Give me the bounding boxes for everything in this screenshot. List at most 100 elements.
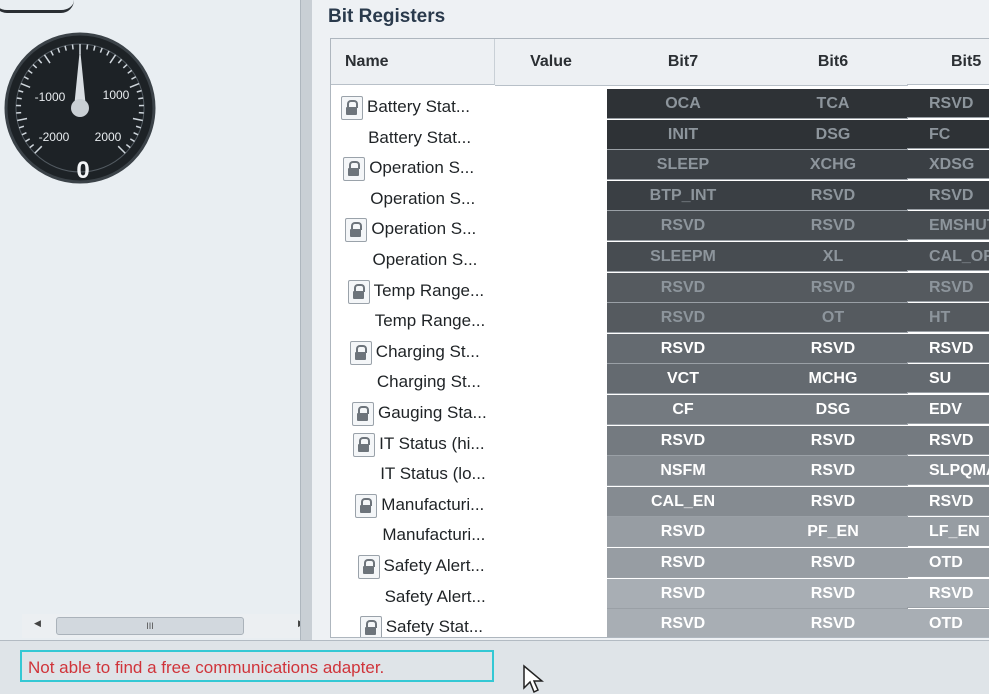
bit-cell[interactable]: FC — [907, 120, 989, 149]
bit-cell[interactable]: RSVD — [759, 548, 908, 578]
table-row[interactable]: Safety Stat... — [360, 612, 593, 638]
table-row[interactable]: IT Status (lo... — [354, 459, 593, 489]
status-message: Not able to find a free communications a… — [20, 650, 494, 682]
bit-cell[interactable]: INIT — [607, 120, 760, 150]
bit-cell[interactable]: CF — [607, 395, 760, 425]
lock-icon[interactable] — [348, 280, 370, 304]
bit-cell[interactable]: VCT — [607, 364, 760, 394]
table-row[interactable]: Temp Range... — [349, 306, 593, 336]
bit-cell[interactable]: RSVD — [607, 609, 760, 638]
bit-cell[interactable]: RSVD — [607, 517, 760, 547]
table-row[interactable]: Charging St... — [350, 337, 593, 367]
bit-cell[interactable]: PF_EN — [759, 517, 908, 547]
table-row[interactable]: Operation S... — [344, 184, 593, 214]
column-header-bit5[interactable]: Bit5 — [907, 39, 989, 85]
bit-register-table: Name Value Bit7 Bit6 Bit5 Battery Stat..… — [330, 38, 989, 638]
left-horizontal-scrollbar[interactable]: ◀ III ▶ — [22, 614, 312, 638]
bit-cell[interactable]: XDSG — [907, 150, 989, 179]
bit-cell[interactable]: RSVD — [607, 211, 760, 241]
column-header-bit6[interactable]: Bit6 — [759, 39, 908, 86]
lock-icon[interactable] — [345, 218, 367, 242]
register-name: Manufacturi... — [382, 520, 485, 550]
bit-cell[interactable]: CAL_EN — [607, 487, 760, 517]
bit-cell[interactable]: HT — [907, 303, 989, 332]
column-header-name[interactable]: Name — [331, 39, 495, 85]
table-row[interactable]: Manufacturi... — [356, 520, 593, 550]
bit-cell[interactable]: EMSHUT — [907, 211, 989, 240]
table-row[interactable]: Battery Stat... — [341, 92, 593, 122]
lock-icon[interactable] — [353, 433, 375, 457]
bit-cell[interactable]: RSVD — [907, 181, 989, 210]
table-row[interactable]: Safety Alert... — [359, 582, 593, 612]
lock-icon[interactable] — [360, 616, 382, 638]
bit-cell[interactable]: RSVD — [759, 334, 908, 364]
bit-cell[interactable]: RSVD — [907, 426, 989, 455]
bit-cell[interactable]: RSVD — [759, 211, 908, 241]
bit-cell[interactable]: RSVD — [907, 487, 989, 516]
bit-cell[interactable]: XCHG — [759, 150, 908, 180]
bit-cell[interactable]: RSVD — [607, 303, 760, 333]
lock-icon[interactable] — [355, 494, 377, 518]
column-header-value[interactable]: Value — [495, 39, 608, 86]
register-name: Charging St... — [376, 337, 480, 367]
bit-cell[interactable]: RSVD — [759, 579, 908, 609]
bit-cell[interactable]: SU — [907, 364, 989, 393]
register-name: Safety Alert... — [385, 582, 486, 612]
scroll-thumb[interactable]: III — [56, 617, 244, 635]
register-name: Operation S... — [373, 245, 478, 275]
bit-cell[interactable]: RSVD — [759, 609, 908, 638]
bit-cell[interactable]: XL — [759, 242, 908, 272]
bit-cell[interactable]: OCA — [607, 89, 760, 119]
bit-cell[interactable]: CAL_OFFSET — [907, 242, 989, 271]
table-row[interactable]: Operation S... — [347, 245, 594, 275]
bit-cell[interactable]: RSVD — [907, 273, 989, 302]
bit-cell[interactable]: OTD — [907, 609, 989, 638]
table-row[interactable]: Charging St... — [351, 367, 593, 397]
lock-icon[interactable] — [358, 555, 380, 579]
bit-cell[interactable]: EDV — [907, 395, 989, 424]
table-row[interactable]: IT Status (hi... — [353, 429, 593, 459]
bit-cell[interactable]: RSVD — [759, 456, 908, 486]
bit-cell[interactable]: RSVD — [759, 273, 908, 303]
table-row[interactable]: Operation S... — [345, 214, 593, 244]
bit-cell[interactable]: TCA — [759, 89, 908, 119]
bit-cell[interactable]: SLEEPM — [607, 242, 760, 272]
bit-cell[interactable]: RSVD — [607, 273, 760, 303]
bit-cell[interactable]: LF_EN — [907, 517, 989, 546]
lock-icon[interactable] — [350, 341, 372, 365]
bit-cell[interactable]: MCHG — [759, 364, 908, 394]
gauge-tick — [87, 44, 88, 49]
table-row[interactable]: Battery Stat... — [342, 123, 593, 153]
bit-cell[interactable]: DSG — [759, 395, 908, 425]
bit-cell[interactable]: RSVD — [907, 334, 989, 363]
bit-cell[interactable]: OTD — [907, 548, 989, 577]
table-row[interactable]: Safety Alert... — [358, 551, 594, 581]
section-title: Bit Registers — [328, 6, 445, 28]
bit-cell[interactable]: RSVD — [607, 548, 760, 578]
bit-cell[interactable]: DSG — [759, 120, 908, 150]
lock-icon[interactable] — [352, 402, 374, 426]
table-row[interactable]: Manufacturi... — [355, 490, 593, 520]
bit-cell[interactable]: RSVD — [759, 426, 908, 456]
bit-cell[interactable]: RSVD — [759, 487, 908, 517]
bit-registers-panel: Bit Registers Name Value Bit7 Bit6 Bit5 … — [312, 0, 989, 640]
bit-cell[interactable]: RSVD — [759, 181, 908, 211]
bit-cell[interactable]: RSVD — [607, 426, 760, 456]
bit-cell[interactable]: RSVD — [607, 334, 760, 364]
bit-cell[interactable]: NSFM — [607, 456, 760, 486]
bit-cell[interactable]: OT — [759, 303, 908, 333]
column-header-bit7[interactable]: Bit7 — [607, 39, 760, 86]
gauge-label-2000: 2000 — [95, 130, 122, 144]
bit-cell[interactable]: RSVD — [607, 579, 760, 609]
bit-cell[interactable]: RSVD — [907, 579, 989, 608]
table-row[interactable]: Gauging Sta... — [352, 398, 593, 428]
table-row[interactable]: Temp Range... — [348, 276, 593, 306]
bit-cell[interactable]: SLEEP — [607, 150, 760, 180]
bit-cell[interactable]: BTP_INT — [607, 181, 760, 211]
bit-cell[interactable]: RSVD — [907, 89, 989, 118]
scroll-left-arrow-icon[interactable]: ◀ — [34, 618, 41, 629]
lock-icon[interactable] — [341, 96, 363, 120]
table-row[interactable]: Operation S... — [343, 153, 593, 183]
lock-icon[interactable] — [343, 157, 365, 181]
bit-cell[interactable]: SLPQMAX — [907, 456, 989, 485]
